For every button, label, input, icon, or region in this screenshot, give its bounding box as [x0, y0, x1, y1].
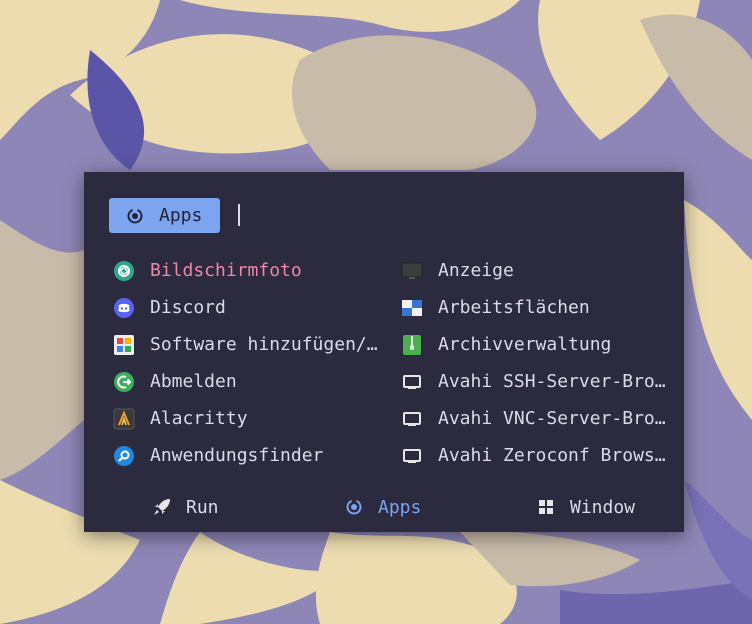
workspaces-icon: [400, 296, 424, 320]
result-item[interactable]: Alacritty: [112, 400, 372, 437]
result-item[interactable]: Bildschirmfoto: [112, 252, 372, 289]
mode-window-button[interactable]: Window: [536, 488, 635, 526]
result-item[interactable]: Arbeitsflächen: [400, 289, 672, 326]
window-grid-icon: [536, 497, 556, 517]
mode-switcher: Run Apps Window: [84, 488, 684, 526]
prompt-label: Apps: [159, 205, 203, 226]
result-item[interactable]: Anwendungsfinder: [112, 437, 372, 474]
result-item[interactable]: Anzeige: [400, 252, 672, 289]
result-item[interactable]: Software hinzufügen/…: [112, 326, 382, 363]
mode-prompt: Apps: [109, 198, 220, 233]
result-item[interactable]: Avahi VNC-Server-Bro…: [400, 400, 672, 437]
network-icon: [400, 444, 424, 468]
apps-icon: [125, 206, 145, 226]
camera-shutter-icon: [112, 259, 136, 283]
result-item[interactable]: Avahi Zeroconf Brows…: [400, 437, 672, 474]
result-item[interactable]: Discord: [112, 289, 372, 326]
archive-icon: [400, 333, 424, 357]
software-icon: [112, 333, 136, 357]
apps-icon: [344, 497, 364, 517]
mode-apps-button[interactable]: Apps: [344, 488, 421, 526]
rocket-icon: [152, 497, 172, 517]
search-input-cursor[interactable]: [238, 204, 240, 226]
app-launcher-window: Apps Bildschirmfoto Discord Software hin…: [84, 172, 684, 532]
monitor-icon: [400, 259, 424, 283]
result-item[interactable]: Archivverwaltung: [400, 326, 672, 363]
terminal-icon: [112, 407, 136, 431]
logout-icon: [112, 370, 136, 394]
result-item[interactable]: Abmelden: [112, 363, 372, 400]
mode-run-button[interactable]: Run: [152, 488, 219, 526]
result-item[interactable]: Avahi SSH-Server-Bro…: [400, 363, 672, 400]
network-icon: [400, 370, 424, 394]
search-icon: [112, 444, 136, 468]
network-icon: [400, 407, 424, 431]
discord-icon: [112, 296, 136, 320]
